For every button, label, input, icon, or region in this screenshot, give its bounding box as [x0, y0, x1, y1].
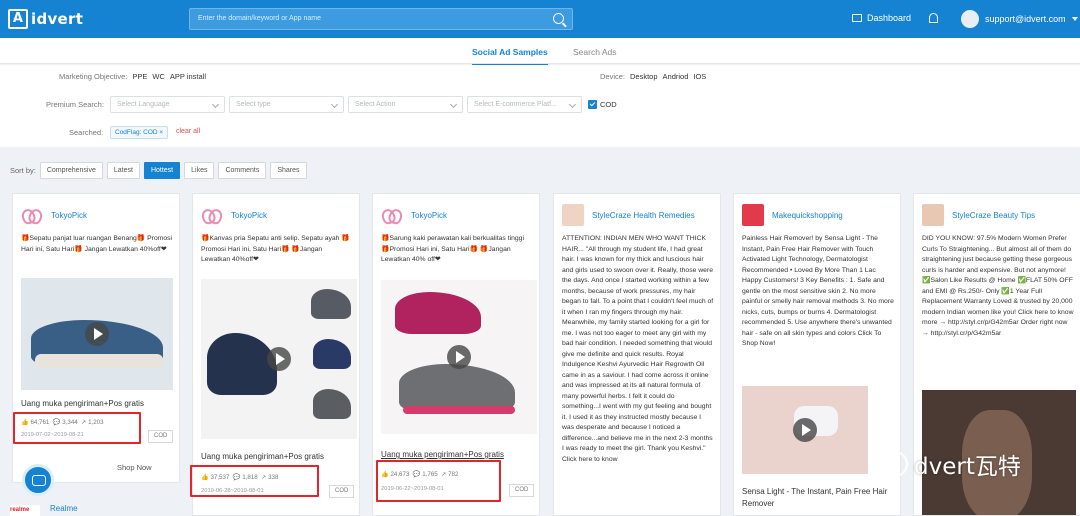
sort-likes[interactable]: Likes	[184, 162, 215, 179]
realme-logo: realme	[10, 505, 40, 516]
option-app-install[interactable]: APP install	[170, 72, 206, 81]
top-navigation-bar: Aidvert Enter the domain/keyword or App …	[0, 0, 1080, 38]
searched-label: Searched:	[69, 128, 104, 137]
stylecraze-logo	[562, 204, 584, 226]
search-input[interactable]: Enter the domain/keyword or App name	[189, 8, 573, 30]
avatar	[961, 10, 979, 28]
tokyopick-logo	[201, 204, 223, 226]
highlight-box	[13, 412, 141, 444]
ad-text: Painless Hair Remover! by Sensa Light - …	[742, 235, 894, 347]
sort-latest[interactable]: Latest	[106, 162, 140, 179]
clear-all-link[interactable]: clear all	[176, 128, 200, 135]
advertiser-name[interactable]: TokyoPick	[231, 211, 267, 220]
dashboard-link[interactable]: Dashboard	[852, 13, 911, 23]
highlight-box	[190, 465, 319, 497]
advertiser-header[interactable]: StyleCraze Beauty Tips	[922, 204, 1035, 226]
ad-caption: Uang muka pengiriman+Pos gratis	[21, 399, 144, 408]
advertiser-name[interactable]: Makequickshopping	[772, 211, 843, 220]
logo-mark: A	[8, 9, 28, 29]
ad-caption: Uang muka pengiriman+Pos gratis	[381, 450, 504, 459]
ad-text: 🎁Sarung kaki perawatan kali berkualitas …	[381, 235, 524, 263]
tab-social-ad-samples[interactable]: Social Ad Samples	[472, 47, 548, 66]
chat-icon[interactable]	[22, 464, 54, 496]
highlight-box	[376, 460, 501, 502]
ad-video-thumbnail[interactable]	[201, 279, 357, 439]
stylecraze-logo	[922, 204, 944, 226]
cod-checkbox[interactable]	[588, 100, 597, 109]
user-email: support@idvert.com	[985, 14, 1066, 24]
ecommerce-platform-select[interactable]: Select E-commerce Platf...	[467, 96, 582, 113]
search-icon[interactable]	[553, 13, 564, 24]
bell-icon[interactable]	[929, 13, 938, 23]
advertiser-name[interactable]: Realme	[50, 504, 78, 513]
sort-bar: Sort by: Comprehensive Latest Hottest Li…	[10, 162, 307, 179]
ad-text: DID YOU KNOW: 97.5% Modern Women Prefer …	[922, 235, 1074, 337]
sort-hottest[interactable]: Hottest	[143, 162, 181, 179]
advertiser-header[interactable]: StyleCraze Health Remedies	[562, 204, 695, 226]
language-select[interactable]: Select Language	[110, 96, 225, 113]
advertiser-name[interactable]: StyleCraze Beauty Tips	[952, 211, 1035, 220]
device-label: Device:	[600, 72, 626, 81]
premium-search-label: Premium Search:	[46, 100, 104, 109]
logo[interactable]: Aidvert	[8, 8, 83, 30]
device-row: Device: Desktop Andriod IOS	[600, 72, 706, 81]
tokyopick-logo	[21, 204, 43, 226]
action-select[interactable]: Select Action	[348, 96, 463, 113]
advertiser-header[interactable]: TokyoPick	[201, 204, 267, 226]
shop-now-button[interactable]: Shop Now	[117, 463, 152, 472]
tab-bar: Social Ad Samples Search Ads	[0, 38, 1080, 66]
ad-video-thumbnail[interactable]	[381, 280, 537, 434]
advertiser-header[interactable]: TokyoPick	[381, 204, 447, 226]
search-placeholder: Enter the domain/keyword or App name	[198, 15, 321, 22]
option-ppe[interactable]: PPE	[132, 72, 147, 81]
sort-label: Sort by:	[10, 166, 36, 175]
sort-shares[interactable]: Shares	[270, 162, 307, 179]
option-ios[interactable]: IOS	[693, 72, 706, 81]
play-icon[interactable]	[793, 418, 817, 442]
cod-badge: COD	[509, 484, 535, 497]
monitor-icon	[852, 14, 862, 22]
makequickshopping-logo	[742, 204, 764, 226]
ad-caption: Uang muka pengiriman+Pos gratis	[201, 452, 324, 461]
ad-video-thumbnail[interactable]	[742, 386, 868, 474]
tab-search-ads[interactable]: Search Ads	[573, 47, 616, 57]
advertiser-name[interactable]: TokyoPick	[411, 211, 447, 220]
tokyopick-logo	[381, 204, 403, 226]
cod-badge: COD	[329, 485, 355, 498]
option-wc[interactable]: WC	[152, 72, 165, 81]
play-icon[interactable]	[447, 345, 471, 369]
watermark: dvert瓦特	[870, 447, 1021, 481]
type-select[interactable]: Select type	[229, 96, 344, 113]
cod-badge: COD	[148, 430, 174, 443]
option-android[interactable]: Andriod	[663, 72, 689, 81]
play-icon[interactable]	[267, 347, 291, 371]
advertiser-header[interactable]: TokyoPick	[21, 204, 87, 226]
sort-comments[interactable]: Comments	[218, 162, 267, 179]
play-icon[interactable]	[85, 322, 109, 346]
ad-video-thumbnail[interactable]	[21, 278, 173, 390]
wechat-icon	[870, 449, 908, 479]
ad-text: 🎁Kanvas pria Sepatu anti selip. Sepatu a…	[201, 235, 350, 263]
marketing-objective-row: Marketing Objective: PPE WC APP install	[59, 72, 206, 81]
ad-text: ATTENTION: INDIAN MEN WHO WANT THICK HAI…	[562, 235, 714, 463]
ad-card[interactable]: StyleCraze Health Remedies ATTENTION: IN…	[553, 193, 721, 516]
chevron-down-icon	[1071, 17, 1078, 21]
advertiser-name[interactable]: TokyoPick	[51, 211, 87, 220]
user-menu[interactable]: support@idvert.com	[961, 10, 1078, 28]
cod-label: COD	[600, 100, 617, 109]
advertiser-name[interactable]: StyleCraze Health Remedies	[592, 211, 695, 220]
ad-caption: Sensa Light - The Instant, Pain Free Hai…	[742, 487, 888, 508]
dashboard-label: Dashboard	[867, 13, 912, 23]
searched-tag[interactable]: CodFlag: COD ×	[110, 126, 169, 139]
option-desktop[interactable]: Desktop	[630, 72, 658, 81]
ad-text: 🎁Sepatu panjat luar ruangan Benang🎁 Prom…	[21, 235, 173, 253]
sort-comprehensive[interactable]: Comprehensive	[39, 162, 103, 179]
watermark-text: dvert瓦特	[914, 454, 1021, 480]
marketing-objective-label: Marketing Objective:	[59, 72, 128, 81]
logo-text: idvert	[31, 10, 84, 28]
advertiser-header[interactable]: Makequickshopping	[742, 204, 843, 226]
